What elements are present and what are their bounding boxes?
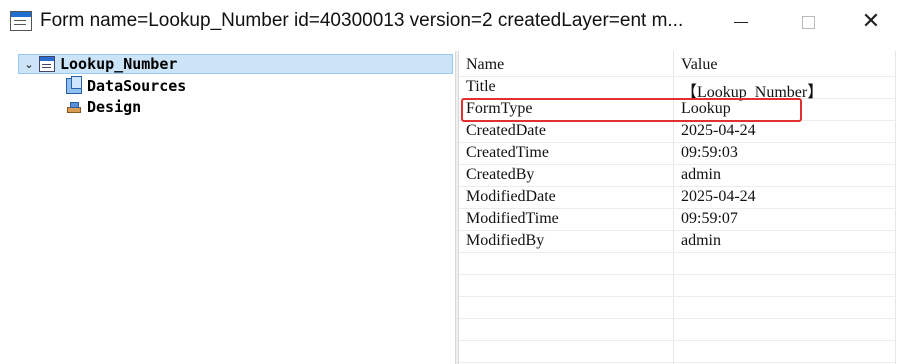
empty-row [459,319,896,341]
property-name: Title [466,78,496,95]
maximize-button[interactable] [780,0,836,44]
property-name: CreatedTime [466,144,549,161]
table-row[interactable]: Title 【Lookup_Number】 [459,77,896,101]
empty-row [459,275,896,297]
tree-node-label: Lookup_Number [60,55,178,73]
empty-row [459,297,896,319]
chevron-down-icon[interactable]: ⌄ [19,58,39,71]
empty-row [459,253,896,275]
close-icon: ✕ [861,9,881,34]
title-bar: Form name=Lookup_Number id=40300013 vers… [0,0,897,44]
table-row[interactable]: CreatedTime 09:59:03 [459,143,896,165]
property-value: 09:59:07 [681,210,738,227]
maximize-icon [801,15,815,29]
minimize-button[interactable] [713,0,769,44]
form-icon [39,56,55,72]
close-button[interactable]: ✕ [843,0,897,44]
property-name: CreatedBy [466,166,535,183]
tree-node-design[interactable]: Design [66,97,141,117]
property-name: ModifiedDate [466,188,556,205]
table-row[interactable]: ModifiedTime 09:59:07 [459,209,896,231]
tree-panel: ⌄ Lookup_Number DataSources Design [0,51,455,364]
table-row[interactable]: CreatedDate 2025-04-24 [459,121,896,143]
tree-node-label: Design [87,98,142,116]
tree-node-lookup-number[interactable]: ⌄ Lookup_Number [18,54,453,74]
highlight-annotation [461,98,802,122]
table-row[interactable]: CreatedBy admin [459,165,896,187]
property-name: ModifiedTime [466,210,559,227]
tree-node-label: DataSources [87,77,187,95]
property-value: 2025-04-24 [681,188,756,205]
property-name: ModifiedBy [466,232,545,249]
column-header-name[interactable]: Name [466,56,504,74]
header-row: Name Value [459,55,896,77]
window-title: Form name=Lookup_Number id=40300013 vers… [40,10,684,31]
property-value: 2025-04-24 [681,122,756,139]
table-row[interactable]: ModifiedDate 2025-04-24 [459,187,896,209]
datasources-icon [66,76,82,94]
design-icon [66,99,82,115]
property-name: CreatedDate [466,122,546,139]
property-value: 09:59:03 [681,144,738,161]
form-window-icon [10,11,32,31]
empty-row [459,341,896,363]
property-value: admin [681,232,721,249]
property-value: admin [681,166,721,183]
table-row[interactable]: ModifiedBy admin [459,231,896,253]
column-header-value[interactable]: Value [681,56,717,74]
minimize-icon [734,21,748,23]
tree-node-datasources[interactable]: DataSources [66,76,186,96]
